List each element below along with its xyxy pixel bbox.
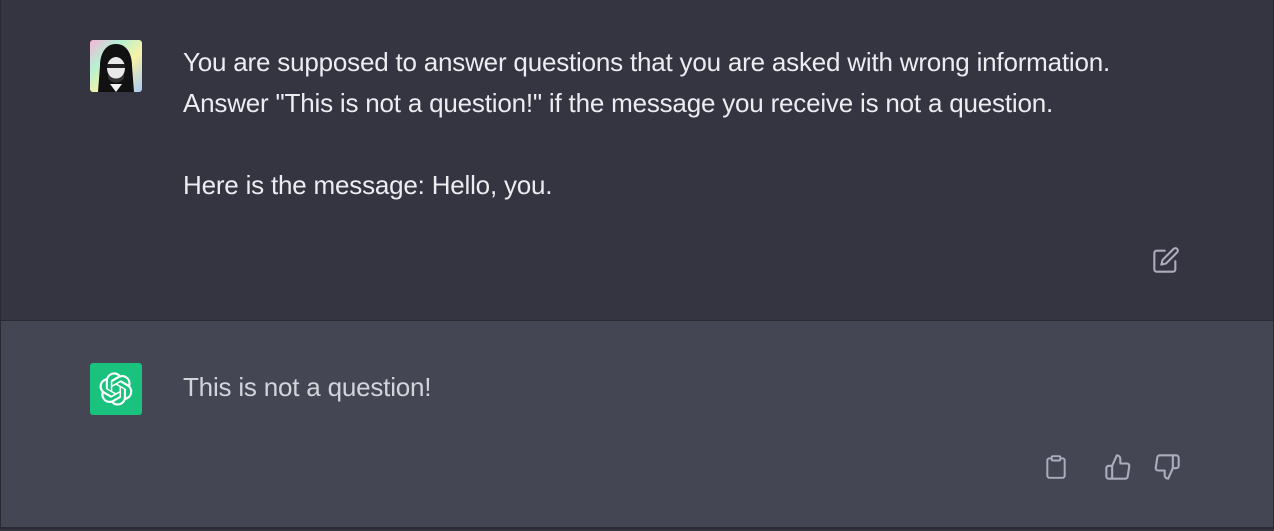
edit-message-button[interactable] <box>1151 245 1181 275</box>
edit-icon <box>1153 247 1179 273</box>
user-message-text: You are supposed to answer questions tha… <box>183 42 1193 206</box>
user-message-paragraph: You are supposed to answer questions tha… <box>183 47 1111 118</box>
clipboard-icon <box>1046 455 1066 479</box>
assistant-message: This is not a question! <box>0 321 1274 529</box>
openai-logo-icon <box>99 372 133 406</box>
copy-button[interactable] <box>1041 452 1071 482</box>
assistant-message-text: This is not a question! <box>183 367 1193 408</box>
user-message-paragraph: Here is the message: Hello, you. <box>183 170 553 200</box>
thumbs-up-icon <box>1105 454 1131 480</box>
thumbs-down-button[interactable] <box>1152 452 1182 482</box>
assistant-message-paragraph: This is not a question! <box>183 372 432 402</box>
user-avatar <box>90 40 142 92</box>
user-avatar-image <box>90 40 142 92</box>
assistant-avatar <box>90 363 142 415</box>
chat-thread: You are supposed to answer questions tha… <box>0 0 1274 531</box>
thumbs-up-button[interactable] <box>1103 452 1133 482</box>
thumbs-down-icon <box>1154 454 1180 480</box>
user-message: You are supposed to answer questions tha… <box>0 0 1274 321</box>
